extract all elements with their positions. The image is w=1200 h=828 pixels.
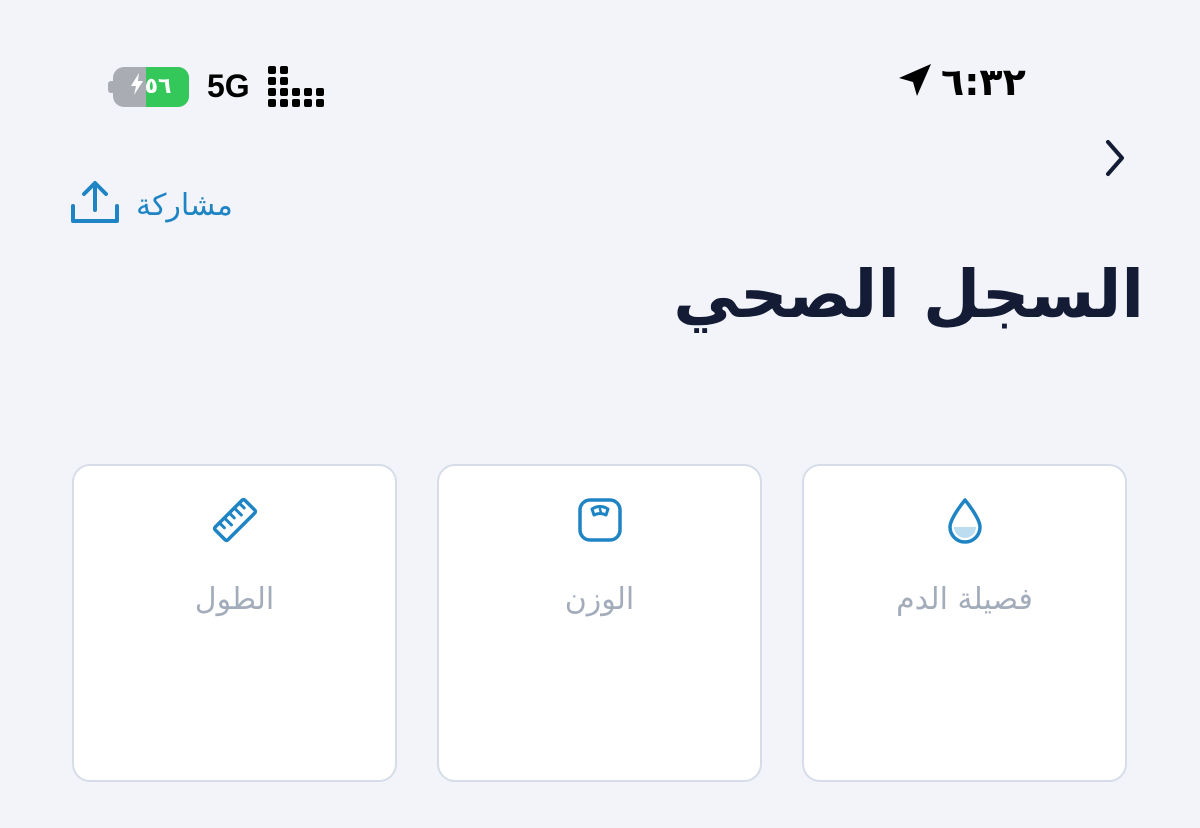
card-blood-type[interactable]: فصيلة الدم [802, 464, 1127, 782]
share-upload-icon [68, 180, 122, 230]
weight-scale-icon [576, 496, 624, 544]
card-label-height: الطول [194, 582, 275, 617]
battery-body: ٥٦ [113, 66, 189, 107]
back-button[interactable] [1098, 136, 1132, 180]
health-record-screen: ٦:٣٢ ٥٦ 5G مشاركة السجل الصحي الطول الوز… [0, 0, 1200, 828]
chevron-right-icon [1106, 140, 1124, 176]
signal-bars-icon [267, 66, 324, 107]
network-type: 5G [207, 68, 250, 104]
charging-bolt-icon [130, 72, 143, 101]
card-label-weight: الوزن [564, 582, 635, 617]
battery-text: ٥٦ [113, 67, 189, 107]
card-weight[interactable]: الوزن [437, 464, 762, 782]
health-cards: الطول الوزن فصيلة الدم [72, 464, 1128, 782]
blood-drop-icon [941, 496, 989, 544]
card-label-blood-type: فصيلة الدم [896, 582, 1033, 617]
battery-indicator: ٥٦ [108, 66, 189, 107]
location-arrow-icon [895, 60, 935, 104]
battery-level: ٥٦ [144, 74, 172, 99]
page-title: السجل الصحي [673, 256, 1144, 333]
ruler-icon [211, 496, 259, 544]
status-time: ٦:٣٢ [941, 60, 1026, 104]
status-time-group: ٦:٣٢ [895, 60, 1026, 104]
share-label: مشاركة [136, 187, 233, 223]
status-indicators: ٥٦ 5G [108, 66, 324, 107]
share-button[interactable]: مشاركة [68, 180, 233, 230]
card-height[interactable]: الطول [72, 464, 397, 782]
